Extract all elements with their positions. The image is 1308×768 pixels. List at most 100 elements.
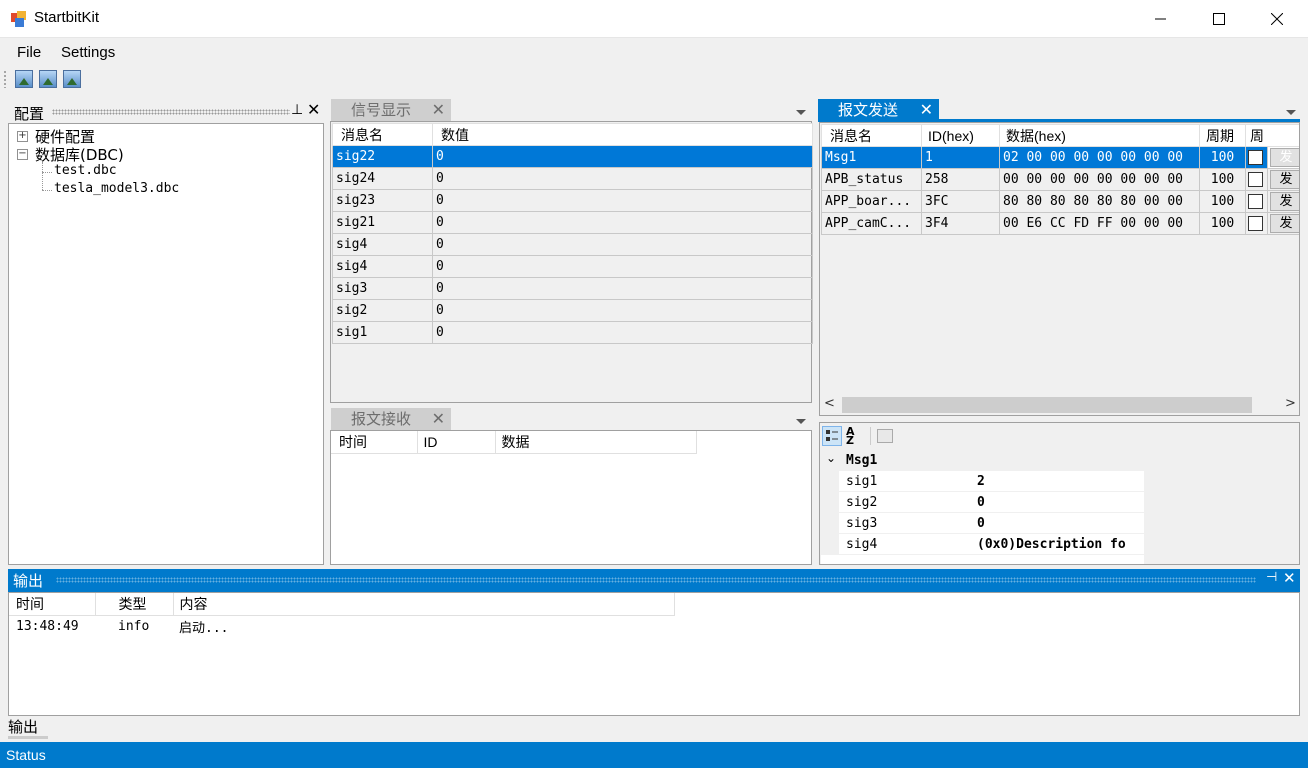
column-header[interactable]: ID(hex) [921,124,1000,147]
table-row[interactable]: sig4 0 [332,255,813,278]
message-period[interactable]: 100 [1199,212,1246,235]
alphabetical-view-button[interactable]: AZ↓ [846,426,866,466]
column-header[interactable]: 类型 [94,593,174,616]
table-row[interactable]: sig4 0 [332,233,813,256]
column-header[interactable]: 时间 [331,431,418,454]
table-row[interactable]: sig24 0 [332,167,813,190]
send-button[interactable]: 发 [1270,148,1299,167]
collapse-icon[interactable]: − [17,149,28,160]
property-category[interactable]: ⌄ Msg1 [821,450,1144,471]
horizontal-scrollbar[interactable]: < > [820,395,1299,415]
panel-grip[interactable] [56,577,1256,583]
tree-node-file[interactable]: tesla_model3.dbc [54,181,179,196]
send-button[interactable]: 发 [1270,192,1299,211]
table-row[interactable]: sig3 0 [332,277,813,300]
tab-signal-display[interactable]: 信号显示 ✕ [331,99,451,121]
message-id[interactable]: 1 [921,146,1000,169]
column-header[interactable]: 数据 [494,431,697,454]
menu-settings[interactable]: Settings [61,44,115,61]
periodic-checkbox[interactable] [1248,194,1263,209]
send-button[interactable]: 发 [1270,214,1299,233]
property-row[interactable]: sig3 0 [821,513,1144,534]
column-header[interactable]: 消息名 [821,124,922,147]
toolbar-image-button-2[interactable] [39,70,57,88]
close-icon[interactable]: ✕ [432,408,445,430]
column-header[interactable]: 消息名 [332,123,433,146]
tab-message-receive[interactable]: 报文接收 ✕ [331,408,451,430]
signal-value: 0 [432,167,813,190]
message-data[interactable]: 00 00 00 00 00 00 00 00 [999,168,1200,191]
list-item[interactable]: 13:48:49 info 启动... [9,615,674,637]
message-id[interactable]: 258 [921,168,1000,191]
expand-icon[interactable]: + [17,131,28,142]
chevron-left-icon[interactable]: < [824,396,835,411]
chevron-down-icon[interactable] [796,419,806,424]
config-panel-title: 配置 [14,105,45,123]
column-header[interactable]: 数据(hex) [999,124,1200,147]
tree-node-file[interactable]: test.dbc [54,163,117,178]
table-row[interactable]: sig22 0 [332,145,813,168]
column-header[interactable]: 周 [1245,124,1299,147]
signal-name: sig1 [332,321,433,344]
periodic-checkbox[interactable] [1248,216,1263,231]
periodic-checkbox[interactable] [1248,150,1263,165]
chevron-down-icon[interactable]: ⌄ [826,451,836,465]
close-icon[interactable]: ✕ [307,100,320,119]
periodic-checkbox[interactable] [1248,172,1263,187]
column-header[interactable]: 时间 [9,593,96,616]
table-row[interactable]: sig23 0 [332,189,813,212]
column-header[interactable]: 内容 [172,593,675,616]
minimize-button[interactable] [1132,0,1190,38]
close-icon[interactable]: ✕ [432,99,445,121]
table-row[interactable]: sig1 0 [332,321,813,344]
pin-icon[interactable]: ⊥ [291,102,303,118]
toolbar-grip[interactable] [3,70,7,88]
table-row[interactable]: APP_camC... 3F4 00 E6 CC FD FF 00 00 00 … [821,212,1299,235]
send-button[interactable]: 发 [1270,170,1299,189]
menu-file[interactable]: File [17,44,41,61]
close-icon[interactable]: ✕ [920,99,933,121]
property-row[interactable]: sig2 0 [821,492,1144,513]
column-header[interactable]: 周期 [1199,124,1246,147]
message-data[interactable]: 80 80 80 80 80 80 00 00 [999,190,1200,213]
pin-icon[interactable]: ⊣ [1266,570,1277,585]
message-data[interactable]: 00 E6 CC FD FF 00 00 00 [999,212,1200,235]
chevron-down-icon[interactable] [796,110,806,115]
signal-name: sig2 [332,299,433,322]
column-header[interactable]: ID [416,431,496,454]
property-value[interactable]: (0x0)Description fo [977,537,1126,552]
property-margin [821,471,839,492]
property-value[interactable]: 0 [977,516,985,531]
chevron-right-icon[interactable]: > [1285,396,1296,411]
chevron-down-icon[interactable] [1286,110,1296,115]
maximize-button[interactable] [1190,0,1248,38]
property-row[interactable]: sig4 (0x0)Description fo [821,534,1144,555]
property-row[interactable]: sig1 2 [821,471,1144,492]
tab-message-send[interactable]: 报文发送 ✕ [818,99,939,121]
property-value[interactable]: 0 [977,495,985,510]
column-header[interactable]: 数值 [432,123,813,146]
table-row[interactable]: sig21 0 [332,211,813,234]
message-period[interactable]: 100 [1199,168,1246,191]
property-value[interactable]: 2 [977,474,985,489]
scrollbar-thumb[interactable] [842,397,1252,413]
close-button[interactable] [1248,0,1306,38]
table-row[interactable]: sig2 0 [332,299,813,322]
categorized-view-button[interactable] [822,426,842,446]
message-period[interactable]: 100 [1199,190,1246,213]
toolbar-image-button-3[interactable] [63,70,81,88]
close-icon[interactable]: ✕ [1283,569,1296,587]
tree-node-database[interactable]: 数据库(DBC) [35,144,124,165]
message-period[interactable]: 100 [1199,146,1246,169]
table-row[interactable]: APB_status 258 00 00 00 00 00 00 00 00 1… [821,168,1299,191]
message-id[interactable]: 3FC [921,190,1000,213]
table-row[interactable]: APP_boar... 3FC 80 80 80 80 80 80 00 00 … [821,190,1299,213]
tab-output[interactable]: 输出 [8,716,48,740]
table-row[interactable]: Msg1 1 02 00 00 00 00 00 00 00 100 发 [821,146,1299,169]
panel-grip[interactable] [52,109,290,115]
message-data[interactable]: 02 00 00 00 00 00 00 00 [999,146,1200,169]
property-pages-icon[interactable] [877,429,893,443]
property-name: sig2 [846,495,878,510]
message-id[interactable]: 3F4 [921,212,1000,235]
toolbar-image-button-1[interactable] [15,70,33,88]
